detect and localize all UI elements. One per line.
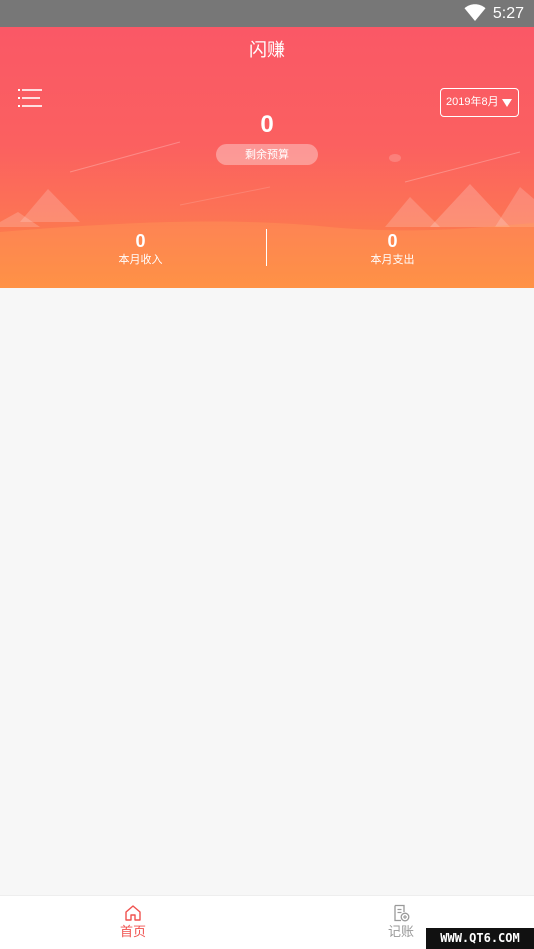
monthly-income-value: 0	[135, 231, 146, 251]
remaining-budget-label: 剩余预算	[216, 144, 318, 165]
content-area	[0, 288, 534, 895]
record-icon	[394, 904, 410, 922]
watermark: WWW.QT6.COM	[426, 928, 534, 949]
summary-header: 闪赚 2019年8月 0 剩余预算 0 本月收入 0 本月支出	[0, 27, 534, 288]
monthly-income-label: 本月收入	[118, 253, 163, 266]
monthly-income: 0 本月收入	[7, 230, 274, 267]
tab-home[interactable]: 首页	[103, 904, 163, 942]
tab-home-label: 首页	[119, 925, 146, 940]
wifi-icon	[464, 4, 486, 22]
remaining-budget-value: 0	[260, 111, 274, 138]
monthly-expense-label: 本月支出	[370, 253, 415, 266]
status-bar: 5:27	[0, 0, 534, 27]
monthly-expense-value: 0	[387, 231, 398, 251]
caret-down-icon	[502, 99, 512, 107]
month-picker-label: 2019年8月	[446, 96, 499, 108]
app-title: 闪赚	[249, 40, 285, 61]
monthly-expense: 0 本月支出	[259, 230, 526, 267]
home-icon	[125, 905, 141, 921]
tab-record-label: 记账	[387, 925, 414, 940]
tab-record[interactable]: 记账	[371, 904, 431, 942]
app-screen: 5:27 闪赚 2019年8月 0 剩余预算 0 本月收入 0 本月支出 首页 …	[0, 0, 534, 949]
status-time: 5:27	[492, 5, 524, 22]
menu-icon[interactable]	[18, 88, 42, 108]
